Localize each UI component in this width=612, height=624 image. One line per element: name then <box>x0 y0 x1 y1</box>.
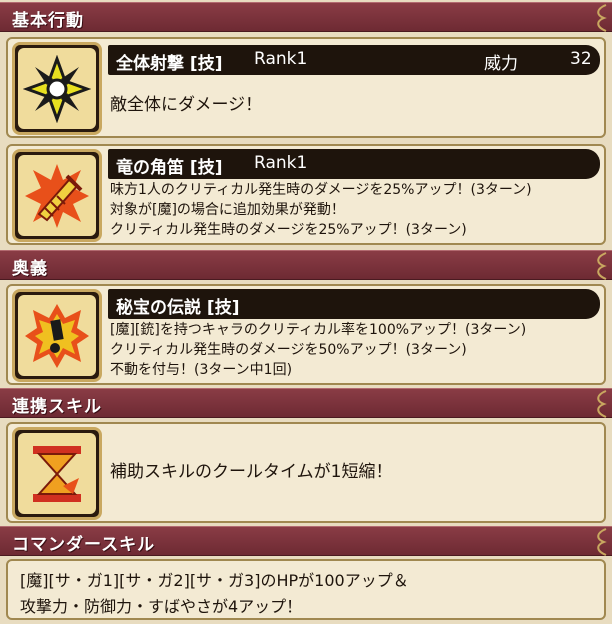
skill-icon-frame <box>12 149 102 242</box>
skill-icon-frame <box>12 427 102 520</box>
shuriken-icon <box>18 48 96 129</box>
skill-description: 敵全体にダメージ！ <box>110 95 263 115</box>
burst-icon <box>18 295 96 376</box>
skill-card-renkei[interactable]: 補助スキルのクールタイムが1短縮！ <box>6 422 606 523</box>
description-line: 対象が[魔]の場合に追加効果が発動！ <box>110 202 345 218</box>
commander-skill-box: [魔][サ・ガ1][サ・ガ2][サ・ガ3]のHPが100アップ＆ 攻撃力・防御力… <box>6 559 606 620</box>
commander-line: 攻撃力・防御力・すばやさが4アップ！ <box>20 597 303 616</box>
description-line: 味方1人のクリティカル発生時のダメージを25%アップ！(3ターン) <box>110 182 532 198</box>
section-title: 基本行動 <box>12 11 84 31</box>
section-title: 連携スキル <box>12 397 102 417</box>
section-title: 奥義 <box>12 259 48 279</box>
skill-title-bar: 秘宝の伝説 [技] <box>108 289 600 319</box>
section-title: コマンダースキル <box>12 535 156 555</box>
skill-description: 補助スキルのクールタイムが1短縮！ <box>110 462 393 482</box>
horn-icon <box>18 155 96 236</box>
section-header-commander: コマンダースキル <box>0 526 612 556</box>
skill-icon-frame <box>12 289 102 382</box>
scroll-curl-icon <box>597 390 607 418</box>
description-line: クリティカル発生時のダメージを50%アップ！(3ターン) <box>110 342 467 358</box>
skill-card-ryu[interactable]: 竜の角笛 [技] Rank1 味方1人のクリティカル発生時のダメージを25%アッ… <box>6 144 606 245</box>
section-header-basic: 基本行動 <box>0 2 612 32</box>
skill-card-zentai[interactable]: 全体射撃 [技] Rank1 威力 32 敵全体にダメージ！ <box>6 37 606 138</box>
hourglass-icon <box>18 433 96 514</box>
skill-card-hihou[interactable]: 秘宝の伝説 [技] [魔][銃]を持つキャラのクリティカル率を100%アップ！(… <box>6 284 606 385</box>
power-label: 威力 <box>484 54 518 74</box>
skill-title-bar: 竜の角笛 [技] Rank1 <box>108 149 600 179</box>
section-header-renkei: 連携スキル <box>0 388 612 418</box>
description-line: クリティカル発生時のダメージを25%アップ！(3ターン) <box>110 222 467 238</box>
skill-name: 竜の角笛 [技] <box>116 158 223 178</box>
scroll-curl-icon <box>597 4 607 32</box>
skill-name: 全体射撃 [技] <box>116 54 223 74</box>
scroll-curl-icon <box>597 252 607 280</box>
description-line: [魔][銃]を持つキャラのクリティカル率を100%アップ！(3ターン) <box>110 322 527 338</box>
scroll-curl-icon <box>597 528 607 556</box>
skill-description: [魔][銃]を持つキャラのクリティカル率を100%アップ！(3ターン) クリティ… <box>110 320 526 380</box>
description-line: 不動を付与！(3ターン中1回) <box>110 362 293 378</box>
skill-rank: Rank1 <box>254 49 308 69</box>
skill-description: 味方1人のクリティカル発生時のダメージを25%アップ！(3ターン) 対象が[魔]… <box>110 180 532 240</box>
power-value: 32 <box>570 49 592 69</box>
skill-name: 秘宝の伝説 [技] <box>116 298 240 318</box>
skill-rank: Rank1 <box>254 153 308 173</box>
skill-icon-frame <box>12 42 102 135</box>
commander-line: [魔][サ・ガ1][サ・ガ2][サ・ガ3]のHPが100アップ＆ <box>20 571 409 590</box>
skill-title-bar: 全体射撃 [技] Rank1 威力 32 <box>108 45 600 75</box>
section-header-ougi: 奥義 <box>0 250 612 280</box>
